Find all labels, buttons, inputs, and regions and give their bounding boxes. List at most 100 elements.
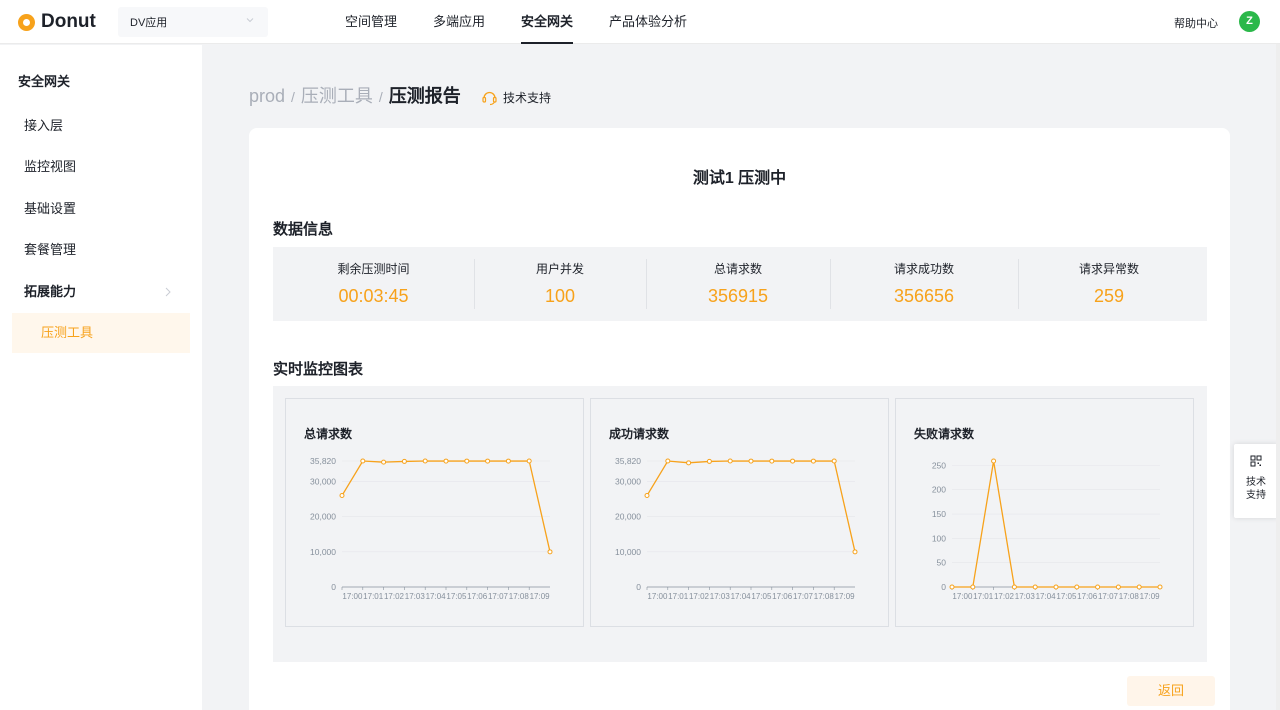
x-tick-label: 17:04 xyxy=(731,592,752,601)
avatar[interactable]: Z xyxy=(1239,11,1260,32)
data-point xyxy=(1032,584,1038,590)
stat-total-requests: 总请求数 356915 xyxy=(646,247,830,321)
x-tick-label: 17:05 xyxy=(446,592,467,601)
data-point xyxy=(790,458,796,464)
tech-support-link[interactable]: 技术支持 xyxy=(481,89,551,106)
nav-product-analytics[interactable]: 产品体验分析 xyxy=(609,0,687,44)
data-point xyxy=(526,458,532,464)
y-tick-label: 250 xyxy=(932,460,946,470)
data-point xyxy=(339,493,345,499)
x-tick-label: 17:05 xyxy=(1056,592,1077,601)
data-point xyxy=(547,549,553,555)
data-point xyxy=(422,458,428,464)
breadcrumb: prod / 压测工具 / 压测报告 xyxy=(249,82,461,108)
back-button[interactable]: 返回 xyxy=(1127,676,1215,706)
data-point xyxy=(991,458,997,464)
y-tick-label: 30,000 xyxy=(615,476,641,486)
stats-panel: 剩余压测时间 00:03:45 用户并发 100 总请求数 356915 请求成… xyxy=(273,247,1207,321)
page-scrollbar[interactable] xyxy=(1276,44,1280,710)
sidebar-item-label: 拓展能力 xyxy=(24,284,77,299)
data-point xyxy=(464,458,470,464)
data-point xyxy=(852,549,858,555)
data-point xyxy=(1011,584,1017,590)
nav-security-gateway[interactable]: 安全网关 xyxy=(521,0,574,44)
x-tick-label: 17:03 xyxy=(710,592,731,601)
data-point xyxy=(1136,584,1142,590)
report-title: 测试1 压测中 xyxy=(692,170,787,187)
y-tick-label: 20,000 xyxy=(615,512,641,522)
x-tick-label: 17:00 xyxy=(647,592,668,601)
app-select-value: DV应用 xyxy=(130,17,168,29)
breadcrumb-prod[interactable]: prod xyxy=(249,86,285,107)
report-card: 测试1 压测中 数据信息 剩余压测时间 00:03:45 用户并发 100 总请… xyxy=(249,128,1230,710)
data-point xyxy=(831,458,837,464)
y-tick-label: 35,820 xyxy=(615,456,641,466)
sidebar-item-basic-settings[interactable]: 基础设置 xyxy=(12,189,190,229)
sidebar-item-extensions[interactable]: 拓展能力 xyxy=(12,272,190,312)
chevron-right-icon xyxy=(165,287,171,297)
tech-support-label: 技术支持 xyxy=(503,91,552,105)
breadcrumb-stress-tool[interactable]: 压测工具 xyxy=(301,82,373,108)
help-center-link[interactable]: 帮助中心 xyxy=(1174,15,1218,31)
x-tick-label: 17:00 xyxy=(952,592,973,601)
line-chart: 0 10,000 20,000 30,000 35,820 17:00 17:01 17:02… xyxy=(615,456,858,601)
y-tick-label: 50 xyxy=(937,558,947,568)
floating-support-button[interactable]: 技术支持 xyxy=(1234,444,1278,518)
sidebar-item-monitor-view[interactable]: 监控视图 xyxy=(12,147,190,187)
stat-label: 请求成功数 xyxy=(893,262,954,276)
realtime-charts-heading: 实时监控图表 xyxy=(273,361,364,378)
data-point xyxy=(1053,584,1059,590)
data-point xyxy=(970,584,976,590)
stat-label: 总请求数 xyxy=(713,262,762,276)
x-tick-label: 17:06 xyxy=(467,592,488,601)
series-line xyxy=(952,460,1160,588)
x-tick-label: 17:09 xyxy=(530,592,551,601)
series-line xyxy=(646,460,856,552)
sidebar-item-stress-test-tool[interactable]: 压测工具 xyxy=(12,313,190,353)
logo[interactable]: Donut xyxy=(18,11,96,33)
data-point xyxy=(706,458,712,464)
y-tick-label: 30,000 xyxy=(310,476,336,486)
series-line xyxy=(341,460,551,552)
breadcrumb-separator: / xyxy=(378,89,383,105)
x-tick-label: 17:06 xyxy=(1077,592,1098,601)
x-tick-label: 17:03 xyxy=(1015,592,1036,601)
stat-value: 259 xyxy=(1093,286,1125,306)
data-point xyxy=(381,459,387,465)
breadcrumb-separator: / xyxy=(291,89,295,105)
donut-logo-icon xyxy=(18,13,35,31)
data-point xyxy=(1115,584,1121,590)
nav-space-management[interactable]: 空间管理 xyxy=(345,0,397,44)
x-tick-label: 17:09 xyxy=(835,592,856,601)
data-point xyxy=(810,458,816,464)
x-tick-label: 17:04 xyxy=(426,592,447,601)
data-point xyxy=(1095,584,1101,590)
sidebar-item-package-management[interactable]: 套餐管理 xyxy=(12,230,190,270)
chart-total-requests: 总请求数 0 10,000 20,000 30,000 35,820 17:00 17:01… xyxy=(285,398,584,627)
data-point xyxy=(686,460,692,466)
x-tick-label: 17:07 xyxy=(488,592,509,601)
app-select[interactable]: DV应用 xyxy=(118,7,268,37)
data-point xyxy=(644,493,650,499)
page-title: 压测报告 xyxy=(388,86,461,106)
y-tick-label: 100 xyxy=(932,533,946,543)
y-tick-label: 35,820 xyxy=(310,456,336,466)
sidebar-item-access-layer[interactable]: 接入层 xyxy=(12,106,190,146)
stat-label: 用户并发 xyxy=(535,262,584,276)
x-tick-label: 17:02 xyxy=(689,592,710,601)
x-tick-label: 17:06 xyxy=(772,592,793,601)
charts-panel: 总请求数 0 10,000 20,000 30,000 35,820 17:00 17:01… xyxy=(273,386,1207,662)
x-tick-label: 17:00 xyxy=(342,592,363,601)
x-tick-label: 17:07 xyxy=(793,592,814,601)
y-tick-label: 0 xyxy=(941,582,946,592)
data-point xyxy=(360,458,366,464)
stat-error-requests: 请求异常数 259 xyxy=(1018,247,1200,321)
x-tick-label: 17:01 xyxy=(973,592,994,601)
nav-multi-app[interactable]: 多端应用 xyxy=(433,0,485,44)
x-tick-label: 17:01 xyxy=(363,592,384,601)
x-tick-label: 17:01 xyxy=(668,592,689,601)
y-tick-label: 10,000 xyxy=(310,547,336,557)
x-tick-label: 17:02 xyxy=(384,592,405,601)
y-tick-label: 20,000 xyxy=(310,512,336,522)
chart-failed-requests: 失败请求数 0 50 100 150 200 250 17:00 17:01 17:02 17:0… xyxy=(895,398,1194,627)
